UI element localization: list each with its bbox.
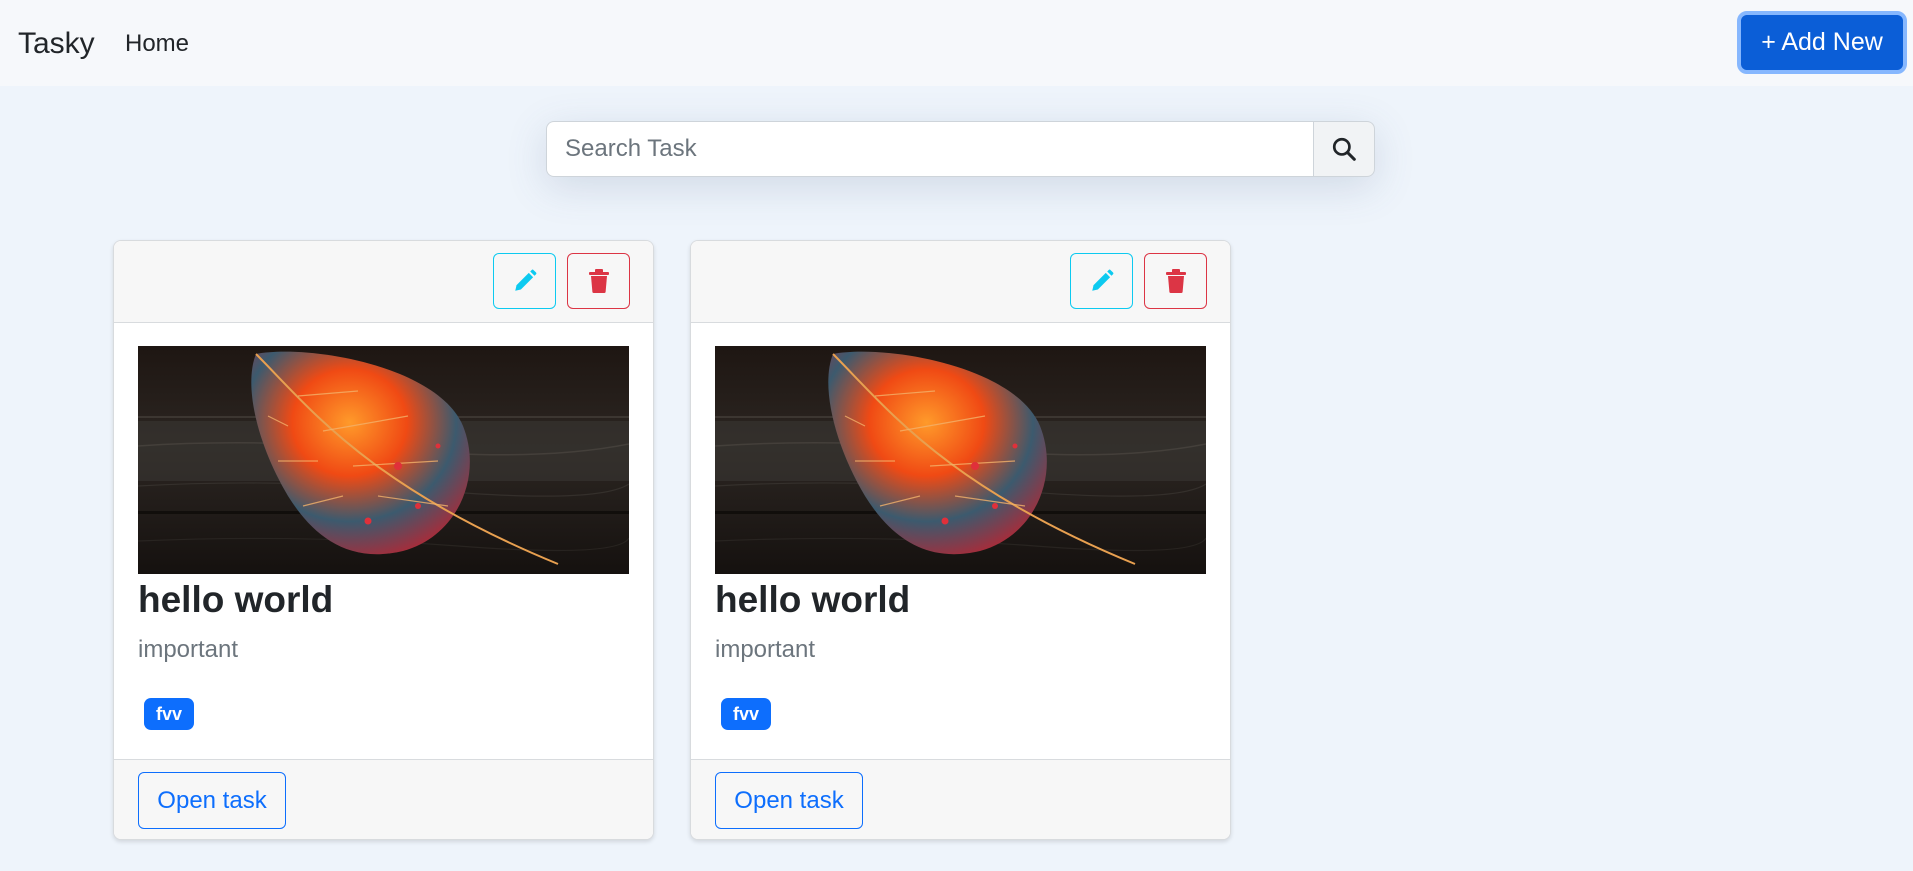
delete-button[interactable] (1144, 253, 1207, 309)
open-task-button[interactable]: Open task (715, 772, 863, 829)
task-card: hello world important fvv Open task (690, 240, 1231, 840)
task-description: important (138, 636, 239, 663)
trash-icon (588, 269, 609, 293)
add-new-label: + Add New (1761, 28, 1883, 56)
search-input[interactable] (546, 121, 1313, 177)
brand-logo[interactable]: Tasky (18, 25, 95, 63)
nav-home-link[interactable]: Home (125, 29, 189, 59)
card-header (691, 241, 1230, 323)
card-footer: Open task (114, 759, 653, 839)
card-footer: Open task (691, 759, 1230, 839)
task-description: important (715, 636, 816, 663)
edit-button[interactable] (493, 253, 556, 309)
task-tag-badge: fvv (144, 698, 195, 730)
open-task-button[interactable]: Open task (138, 772, 286, 829)
pencil-icon (1091, 269, 1113, 291)
task-title: hello world (138, 579, 334, 620)
pencil-icon (514, 269, 536, 291)
task-tag-badge: fvv (721, 698, 772, 730)
trash-icon (1165, 269, 1186, 293)
search-icon (1332, 137, 1356, 161)
search-button[interactable] (1313, 121, 1375, 177)
card-header (114, 241, 653, 323)
task-image (715, 346, 1206, 574)
navbar: Tasky Home + Add New (0, 0, 1913, 86)
task-title: hello world (715, 579, 911, 620)
add-new-button[interactable]: + Add New (1737, 11, 1907, 74)
search-bar (546, 121, 1375, 177)
task-card: hello world important fvv Open task (113, 240, 654, 840)
delete-button[interactable] (567, 253, 630, 309)
task-image (138, 346, 629, 574)
edit-button[interactable] (1070, 253, 1133, 309)
